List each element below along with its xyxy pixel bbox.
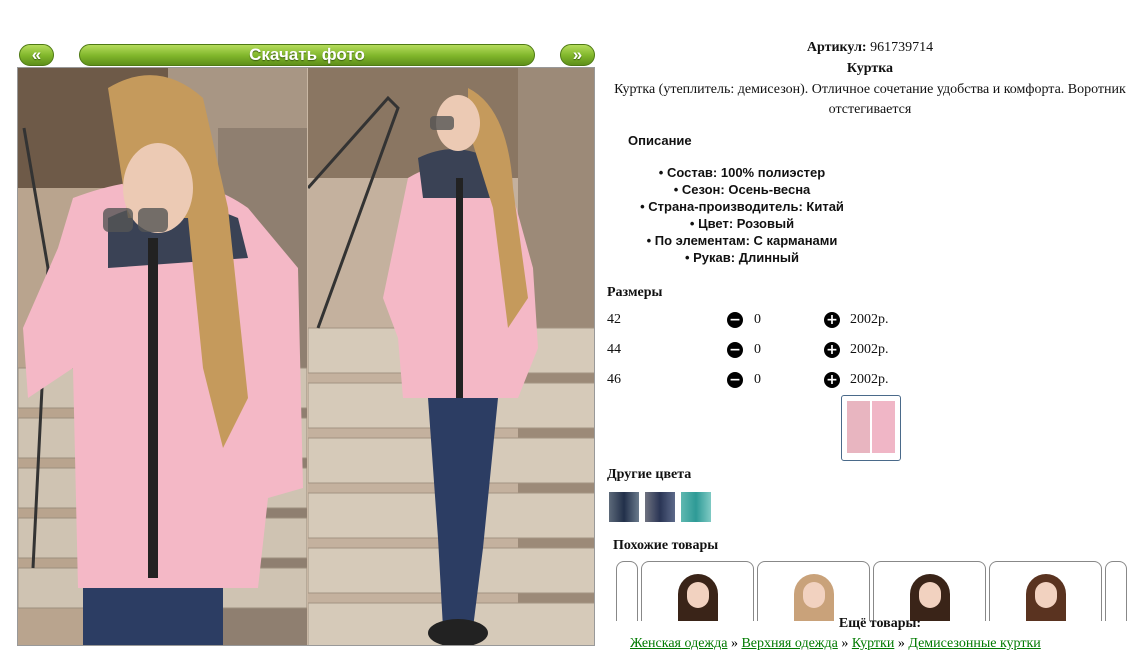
size-price: 2002р. [850, 372, 889, 387]
breadcrumb-link[interactable]: Куртки [852, 636, 895, 651]
download-photo-button[interactable]: Скачать фото [79, 44, 535, 66]
spec-item: Страна-производитель: Китай [612, 198, 872, 215]
photo-right-half [308, 68, 594, 645]
article-value: 961739714 [870, 40, 934, 55]
size-price: 2002р. [850, 312, 889, 327]
selected-photo-thumbnail[interactable] [841, 395, 901, 461]
sizes-heading: Размеры [607, 285, 663, 300]
breadcrumb-separator: » [841, 636, 849, 651]
similar-product-card[interactable] [641, 561, 754, 621]
quantity-value: 0 [754, 372, 761, 387]
breadcrumb-separator: » [897, 636, 905, 651]
minus-icon[interactable]: − [727, 312, 743, 328]
product-description: Куртка (утеплитель: демисезон). Отличное… [614, 82, 1126, 117]
plus-icon[interactable]: + [824, 312, 840, 328]
color-variant-thumbnail[interactable] [609, 492, 639, 522]
next-photo-button[interactable]: » [560, 44, 595, 66]
size-label: 42 [607, 312, 621, 327]
plus-icon[interactable]: + [824, 372, 840, 388]
breadcrumb-link[interactable]: Женская одежда [630, 636, 727, 651]
other-colors-heading: Другие цвета [607, 467, 692, 482]
size-label: 46 [607, 372, 621, 387]
color-variant-thumbnail[interactable] [645, 492, 675, 522]
more-products-heading: Ещё товары: [838, 616, 922, 631]
similar-product-card-partial[interactable] [616, 561, 638, 621]
similar-product-card[interactable] [989, 561, 1102, 621]
color-variant-thumbnail[interactable] [681, 492, 711, 522]
product-image-face [803, 582, 825, 608]
size-row: 44 − 0 + 2002р. [607, 340, 907, 360]
size-label: 44 [607, 342, 621, 357]
photo-left-half [18, 68, 307, 645]
size-row: 46 − 0 + 2002р. [607, 370, 907, 390]
spec-item: Состав: 100% полиэстер [612, 164, 872, 181]
product-image-face [919, 582, 941, 608]
breadcrumb-link[interactable]: Верхняя одежда [741, 636, 837, 651]
spec-item: Цвет: Розовый [612, 215, 872, 232]
thumbnail-image [847, 401, 895, 453]
article-line: Артикул: 961739714 [607, 40, 1133, 56]
spec-item: Рукав: Длинный [612, 249, 872, 266]
minus-icon[interactable]: − [727, 342, 743, 358]
size-price: 2002р. [850, 342, 889, 357]
breadcrumb-link[interactable]: Демисезонные куртки [908, 636, 1040, 651]
main-product-photo[interactable] [17, 67, 595, 646]
breadcrumb-separator: » [730, 636, 738, 651]
spec-item: Сезон: Осень-весна [612, 181, 872, 198]
prev-photo-button[interactable]: « [19, 44, 54, 66]
product-image-face [1035, 582, 1057, 608]
article-label: Артикул: [806, 40, 867, 55]
similar-product-card-partial[interactable] [1105, 561, 1127, 621]
quantity-value: 0 [754, 312, 761, 327]
similar-product-card[interactable] [873, 561, 986, 621]
similar-products-heading: Похожие товары [613, 538, 719, 553]
plus-icon[interactable]: + [824, 342, 840, 358]
spec-item: По элементам: С карманами [612, 232, 872, 249]
similar-product-card[interactable] [757, 561, 870, 621]
specs-list: Состав: 100% полиэстер Сезон: Осень-весн… [612, 164, 872, 266]
specs-heading: Описание [628, 133, 692, 148]
minus-icon[interactable]: − [727, 372, 743, 388]
product-image-face [687, 582, 709, 608]
product-title: Куртка [846, 61, 894, 76]
quantity-value: 0 [754, 342, 761, 357]
size-row: 42 − 0 + 2002р. [607, 310, 907, 330]
